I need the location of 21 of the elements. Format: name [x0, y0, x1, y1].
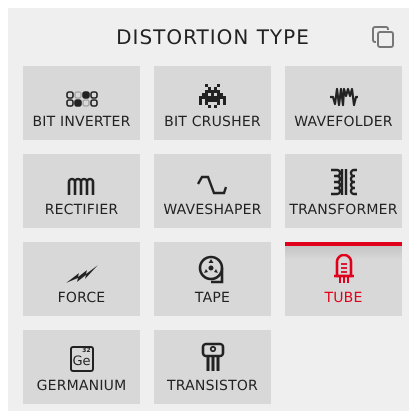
- distortion-type-button[interactable]: RECTIFIER: [23, 154, 140, 228]
- lightning-icon: [64, 264, 98, 284]
- element-symbol: Ge: [72, 355, 91, 368]
- transistor-icon: [200, 342, 224, 372]
- copy-icon[interactable]: [371, 25, 395, 49]
- distortion-type-button[interactable]: TRANSISTOR: [154, 330, 271, 404]
- distortion-type-button[interactable]: TUBE: [285, 242, 402, 316]
- distortion-type-button[interactable]: BIT INVERTER: [23, 66, 140, 140]
- space-invader-icon: [199, 84, 226, 108]
- wave-icon: [196, 174, 230, 196]
- wave-icon: [328, 86, 358, 108]
- distortion-type-button[interactable]: TRANSFORMER: [285, 154, 402, 228]
- panel-title: DISTORTION TYPE: [116, 25, 310, 49]
- vacuum-tube-icon: [332, 254, 354, 284]
- distortion-type-button[interactable]: TAPE: [154, 242, 271, 316]
- distortion-type-button[interactable]: BIT CRUSHER: [154, 66, 271, 140]
- transformer-icon: [328, 168, 358, 196]
- distortion-type-button[interactable]: WAVESHAPER: [154, 154, 271, 228]
- bit-grid-icon: [66, 91, 98, 108]
- distortion-type-button[interactable]: FORCE: [23, 242, 140, 316]
- distortion-type-button[interactable]: WAVEFOLDER: [285, 66, 402, 140]
